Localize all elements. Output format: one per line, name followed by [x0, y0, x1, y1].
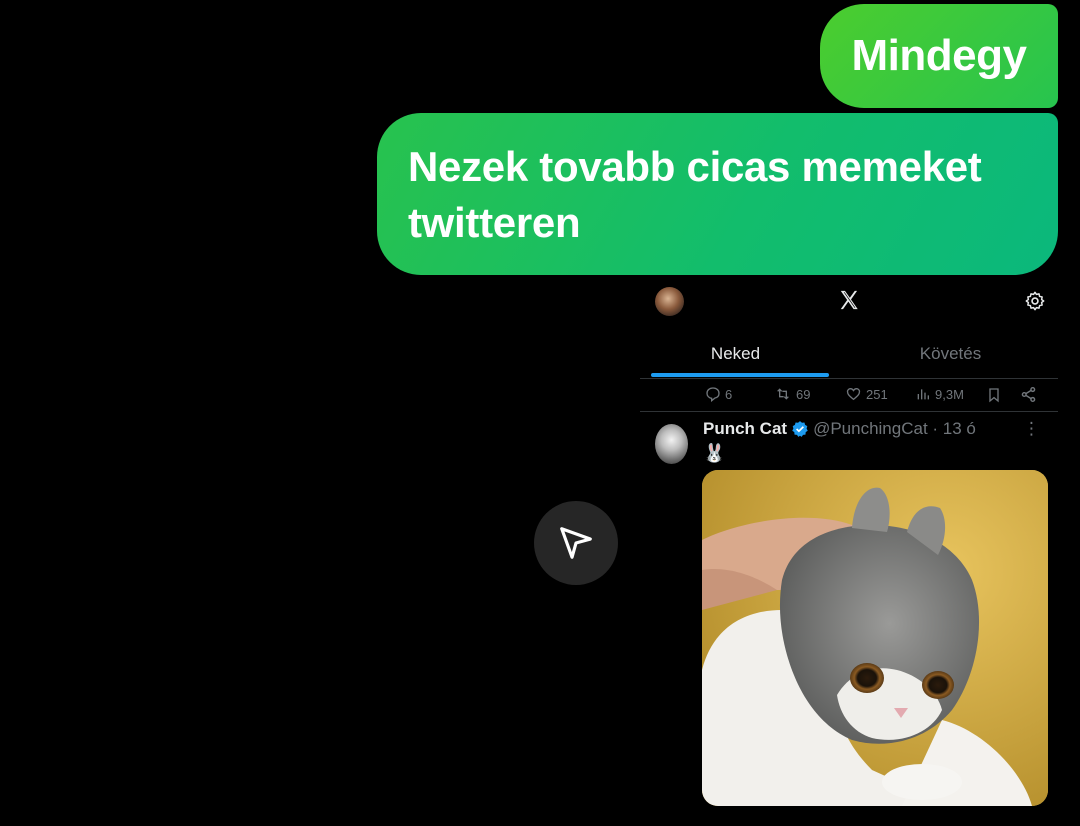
retweet-icon	[777, 388, 789, 400]
tab-neked[interactable]: Neked	[640, 344, 840, 364]
twitter-screenshot[interactable]: Neked Követés 6 69 251 9,3M Punch Cat @P…	[640, 278, 1058, 826]
active-tab-indicator	[651, 373, 829, 377]
message-bubble[interactable]: Mindegy	[820, 4, 1058, 108]
bookmark-icon	[989, 388, 999, 403]
author-avatar[interactable]	[655, 424, 688, 464]
views-icon	[917, 389, 929, 400]
message-text: Nezek tovabb cicas memeket twitteren	[408, 143, 982, 246]
share-icon	[1021, 386, 1036, 403]
share-button[interactable]	[1020, 386, 1037, 403]
reply-button[interactable]: 6	[705, 386, 732, 402]
reply-icon	[706, 387, 720, 402]
cat-photo	[702, 470, 1048, 806]
tweet-image[interactable]	[702, 470, 1048, 806]
x-logo-icon	[840, 290, 858, 310]
reply-count: 6	[725, 386, 733, 402]
retweet-button[interactable]: 69	[774, 386, 810, 402]
retweet-count: 69	[796, 386, 811, 402]
views-button[interactable]: 9,3M	[915, 386, 964, 402]
author-handle: @PunchingCat · 13 ó	[813, 419, 976, 438]
bookmark-button[interactable]	[986, 386, 1002, 404]
like-button[interactable]: 251	[845, 386, 888, 402]
more-options-icon[interactable]: ⋮	[1023, 419, 1040, 439]
send-icon	[560, 527, 592, 559]
send-button[interactable]	[534, 501, 618, 585]
heart-icon	[846, 387, 861, 401]
verified-badge-icon	[792, 421, 808, 437]
post-action-bar: 6 69 251 9,3M	[640, 381, 1058, 412]
gear-icon[interactable]	[1024, 290, 1046, 312]
tweet[interactable]: Punch Cat @PunchingCat · 13 ó ⋮ 🐰	[640, 418, 1058, 826]
author-line: Punch Cat @PunchingCat · 13 ó	[703, 419, 976, 439]
tweet-text: 🐰	[703, 443, 726, 463]
twitter-header	[640, 278, 1058, 326]
message-text: Mindegy	[851, 31, 1027, 80]
profile-avatar[interactable]	[655, 287, 684, 316]
timeline-tabs: Neked Követés	[640, 338, 1058, 379]
tab-kovetes[interactable]: Követés	[846, 344, 1055, 364]
author-name[interactable]: Punch Cat	[703, 419, 787, 439]
like-count: 251	[866, 386, 888, 402]
view-count: 9,3M	[935, 386, 964, 402]
message-bubble[interactable]: Nezek tovabb cicas memeket twitteren	[377, 113, 1058, 275]
